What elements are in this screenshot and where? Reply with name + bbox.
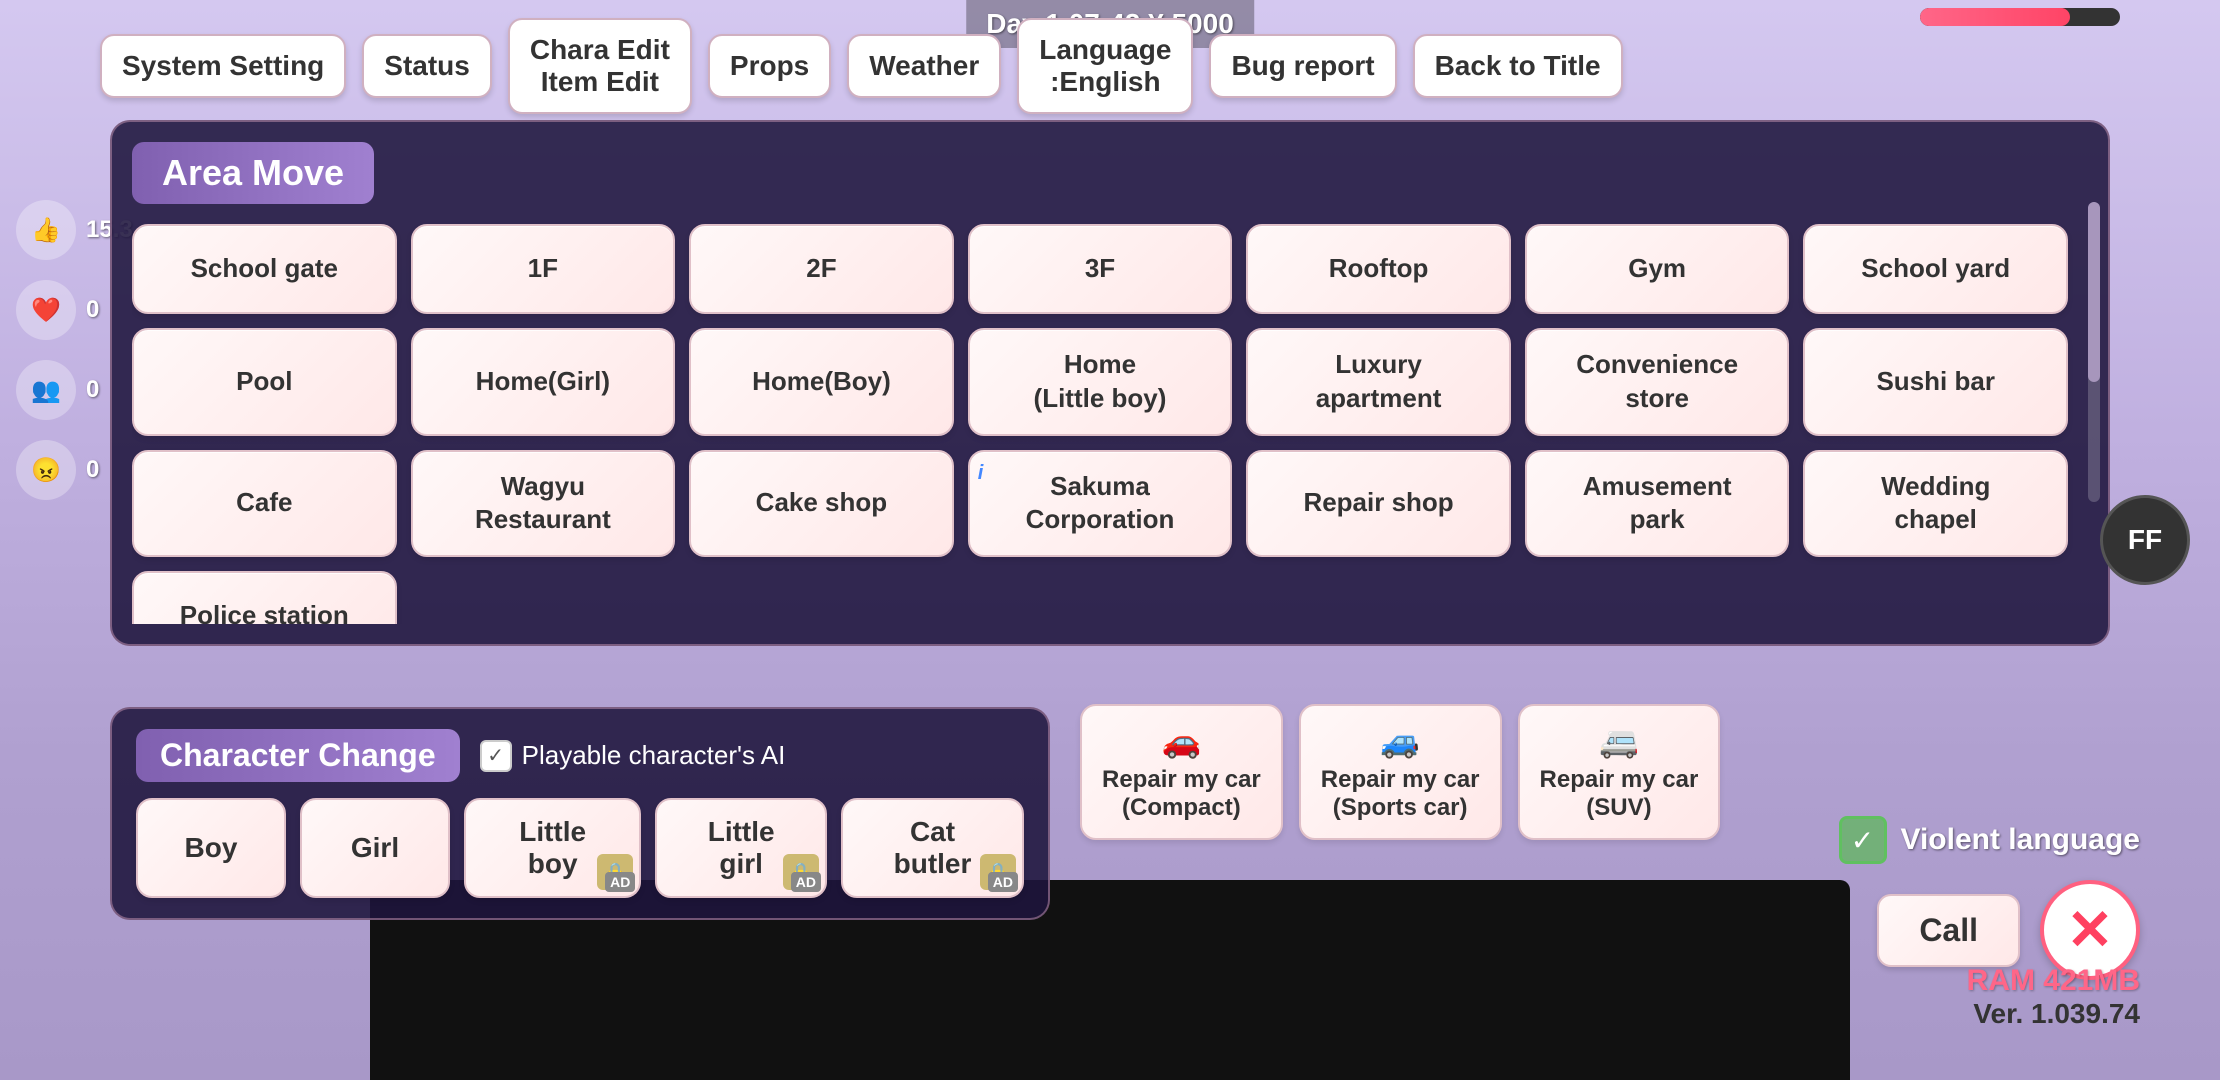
area-school-gate[interactable]: School gate [132,224,397,314]
call-button[interactable]: Call [1877,894,2020,967]
area-police-station[interactable]: Police station [132,571,397,624]
ram-info: RAM 421MB Ver. 1.039.74 [1967,964,2140,1030]
area-wedding-chapel[interactable]: Wedding chapel [1803,450,2068,558]
compact-car-icon: 🚗 [1102,722,1261,760]
area-gym[interactable]: Gym [1525,224,1790,314]
char-girl-button[interactable]: Girl [300,798,450,898]
people-icon: 👥 [16,360,76,420]
char-buttons: Boy Girl Little boy 🔒 AD Little girl 🔒 A… [136,798,1024,898]
char-boy-button[interactable]: Boy [136,798,286,898]
cat-butler-ad-badge: AD [988,872,1018,892]
close-x-icon: ✕ [2067,902,2114,958]
ai-checkbox-label[interactable]: ✓ Playable character's AI [480,740,786,772]
area-wagyu-restaurant[interactable]: Wagyu Restaurant [411,450,676,558]
area-repair-shop[interactable]: Repair shop [1246,450,1511,558]
area-grid: School gate 1F 2F 3F Rooftop Gym School … [132,224,2068,624]
area-sushi-bar[interactable]: Sushi bar [1803,328,2068,436]
char-little-boy-label: Little boy [519,816,586,879]
char-little-boy-button[interactable]: Little boy 🔒 AD [464,798,641,898]
repair-compact-button[interactable]: 🚗 Repair my car (Compact) [1080,704,1283,840]
area-1f[interactable]: 1F [411,224,676,314]
area-school-yard[interactable]: School yard [1803,224,2068,314]
chara-edit-button[interactable]: Chara Edit Item Edit [508,18,692,114]
scroll-indicator [2088,202,2100,502]
area-sakuma-corporation[interactable]: i Sakuma Corporation [968,450,1233,558]
bug-report-button[interactable]: Bug report [1209,34,1396,98]
repair-suv-label: Repair my car (SUV) [1540,766,1699,822]
area-home-boy[interactable]: Home(Boy) [689,328,954,436]
likes-icon: 👍 [16,200,76,260]
area-luxury-apartment[interactable]: Luxury apartment [1246,328,1511,436]
area-rooftop[interactable]: Rooftop [1246,224,1511,314]
back-to-title-button[interactable]: Back to Title [1413,34,1623,98]
char-cat-butler-button[interactable]: Cat butler 🔒 AD [841,798,1024,898]
hearts-icon: ❤️ [16,280,76,340]
weather-button[interactable]: Weather [847,34,1001,98]
ai-checkbox[interactable]: ✓ [480,740,512,772]
anger-icon: 😠 [16,440,76,500]
language-button[interactable]: Language :English [1017,18,1193,114]
repair-compact-label: Repair my car (Compact) [1102,766,1261,822]
area-convenience-store[interactable]: Convenience store [1525,328,1790,436]
area-home-little-boy[interactable]: Home (Little boy) [968,328,1233,436]
char-panel-header: Character Change ✓ Playable character's … [136,729,1024,782]
character-change-panel: Character Change ✓ Playable character's … [110,707,1050,920]
props-button[interactable]: Props [708,34,831,98]
area-2f[interactable]: 2F [689,224,954,314]
anger-value: 0 [86,456,99,484]
area-move-panel: Area Move School gate 1F 2F 3F Rooftop G… [110,120,2110,646]
scroll-thumb [2088,202,2100,382]
area-amusement-park[interactable]: Amusement park [1525,450,1790,558]
toolbar: System Setting Status Chara Edit Item Ed… [100,18,2120,114]
violent-language-label: Violent language [1901,823,2141,857]
little-girl-ad-badge: AD [791,872,821,892]
repair-sports-button[interactable]: 🚙 Repair my car (Sports car) [1299,704,1502,840]
char-cat-butler-label: Cat butler [894,816,972,879]
character-change-title: Character Change [136,729,460,782]
repair-sports-label: Repair my car (Sports car) [1321,766,1480,822]
car-repair-panel: 🚗 Repair my car (Compact) 🚙 Repair my ca… [1080,704,1720,840]
people-value: 0 [86,376,99,404]
char-little-girl-button[interactable]: Little girl 🔒 AD [655,798,827,898]
sports-car-icon: 🚙 [1321,722,1480,760]
char-little-girl-label: Little girl [708,816,775,879]
ram-text: RAM 421MB [1967,964,2140,998]
area-3f[interactable]: 3F [968,224,1233,314]
violent-language-row: ✓ Violent language [1839,816,2141,864]
ff-button[interactable]: FF [2100,495,2190,585]
area-grid-container[interactable]: School gate 1F 2F 3F Rooftop Gym School … [132,224,2088,624]
area-cafe[interactable]: Cafe [132,450,397,558]
violent-language-checkbox[interactable]: ✓ [1839,816,1887,864]
area-move-title: Area Move [132,142,374,204]
little-boy-ad-badge: AD [605,872,635,892]
status-button[interactable]: Status [362,34,492,98]
area-pool[interactable]: Pool [132,328,397,436]
system-setting-button[interactable]: System Setting [100,34,346,98]
area-home-girl[interactable]: Home(Girl) [411,328,676,436]
version-text: Ver. 1.039.74 [1967,998,2140,1030]
suv-car-icon: 🚐 [1540,722,1699,760]
bottom-right-panel: ✓ Violent language Call ✕ [1839,816,2141,980]
hearts-value: 0 [86,296,99,324]
ai-checkbox-text: Playable character's AI [522,740,786,771]
repair-suv-button[interactable]: 🚐 Repair my car (SUV) [1518,704,1721,840]
area-cake-shop[interactable]: Cake shop [689,450,954,558]
